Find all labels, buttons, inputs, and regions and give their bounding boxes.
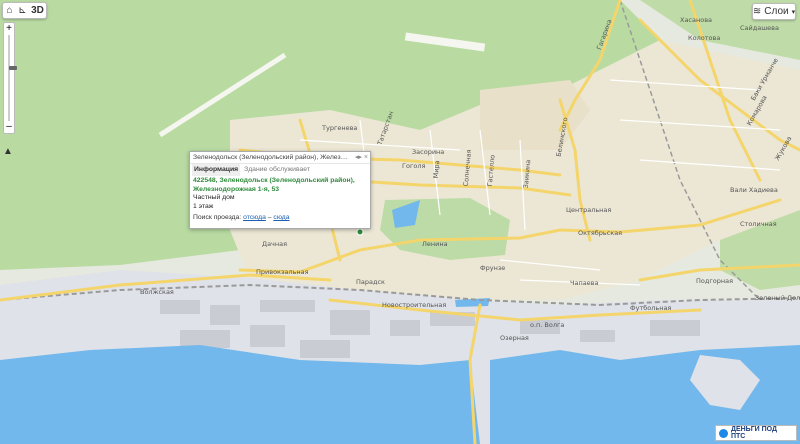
zoom-track[interactable] xyxy=(8,35,17,121)
street-label: Вали Хадиева xyxy=(730,186,778,194)
route-from-link[interactable]: отсюда xyxy=(243,214,266,221)
street-label: Гоголя xyxy=(402,162,425,170)
layers-icon: ≋ xyxy=(752,6,762,17)
map-canvas[interactable]: Хасанова Колотова Сайдашева Гагарина Тур… xyxy=(0,0,800,444)
street-label: Подгорная xyxy=(696,277,733,285)
layers-label: Слои xyxy=(764,6,789,17)
home-icon[interactable]: ⌂ xyxy=(3,3,16,18)
street-label: Парадск xyxy=(356,278,385,286)
zoom-control[interactable]: + – xyxy=(3,22,17,134)
ad-label: ДЕНЬГИ ПОД ПТС xyxy=(730,426,778,440)
street-label: Столичная xyxy=(740,220,777,228)
popup-header: Зеленодольск (Зеленодольский район), Жел… xyxy=(190,152,370,164)
tab-building-service[interactable]: Здание обслуживает xyxy=(242,164,312,176)
street-label: Хасанова xyxy=(680,16,712,24)
street-label: Футбольная xyxy=(630,304,671,312)
selected-location-marker xyxy=(356,228,364,236)
brand-logo-icon xyxy=(719,428,728,438)
building-type: Частный дом xyxy=(193,194,235,201)
chevron-down-icon: ▾ xyxy=(791,8,796,16)
view-3d-button[interactable]: 3D xyxy=(29,3,46,18)
zoom-out-button[interactable]: – xyxy=(4,122,14,132)
close-icon[interactable]: ◂▸ × xyxy=(355,152,368,163)
building-info-popup: Зеленодольск (Зеленодольский район), Жел… xyxy=(189,151,371,229)
street-label: Октябрьская xyxy=(578,229,622,237)
street-label: Сайдашева xyxy=(740,24,779,32)
popup-tabs: Информация Здание обслуживает xyxy=(190,164,370,176)
route-to-link[interactable]: сюда xyxy=(273,214,289,221)
route-separator: – xyxy=(267,214,272,221)
street-label: Мира xyxy=(432,160,442,179)
street-label: Колотова xyxy=(688,34,720,42)
popup-title: Зеленодольск (Зеленодольский район), Жел… xyxy=(193,154,351,161)
street-label: Тургенева xyxy=(321,124,357,132)
ad-banner[interactable]: ДЕНЬГИ ПОД ПТС xyxy=(715,425,797,441)
zoom-in-button[interactable]: + xyxy=(4,24,14,34)
route-label: Поиск проезда: xyxy=(193,214,242,221)
floor-count: 1 этаж xyxy=(193,202,214,210)
street-label: Ленина xyxy=(422,240,448,248)
address-text: 422548, Зеленодольск (Зеленодольский рай… xyxy=(193,177,355,193)
map-toolbar: ⌂ ⊾ 3D xyxy=(2,2,47,19)
street-label: Волжская xyxy=(140,288,174,296)
zoom-slider-handle[interactable] xyxy=(9,66,17,70)
street-label: Привокзальная xyxy=(256,268,309,276)
street-label: Засорина xyxy=(412,148,444,156)
ruler-icon[interactable]: ⊾ xyxy=(16,3,29,18)
street-label: Дачная xyxy=(262,240,287,248)
tab-info[interactable]: Информация xyxy=(192,164,241,176)
north-arrow-icon: ▲ xyxy=(3,146,13,157)
layers-button[interactable]: ≋ Слои ▾ xyxy=(752,3,796,20)
street-label: о.п. Волга xyxy=(530,321,564,329)
street-label: Озерная xyxy=(500,334,529,342)
street-label: Зеленый Дол xyxy=(755,294,800,302)
street-label: Новостроительная xyxy=(382,301,446,309)
street-label: Фрунзе xyxy=(480,264,505,272)
street-label: Центральная xyxy=(566,206,611,214)
route-search: Поиск проезда: отсюда – сюда xyxy=(193,214,367,223)
street-label: Чапаева xyxy=(570,279,599,287)
